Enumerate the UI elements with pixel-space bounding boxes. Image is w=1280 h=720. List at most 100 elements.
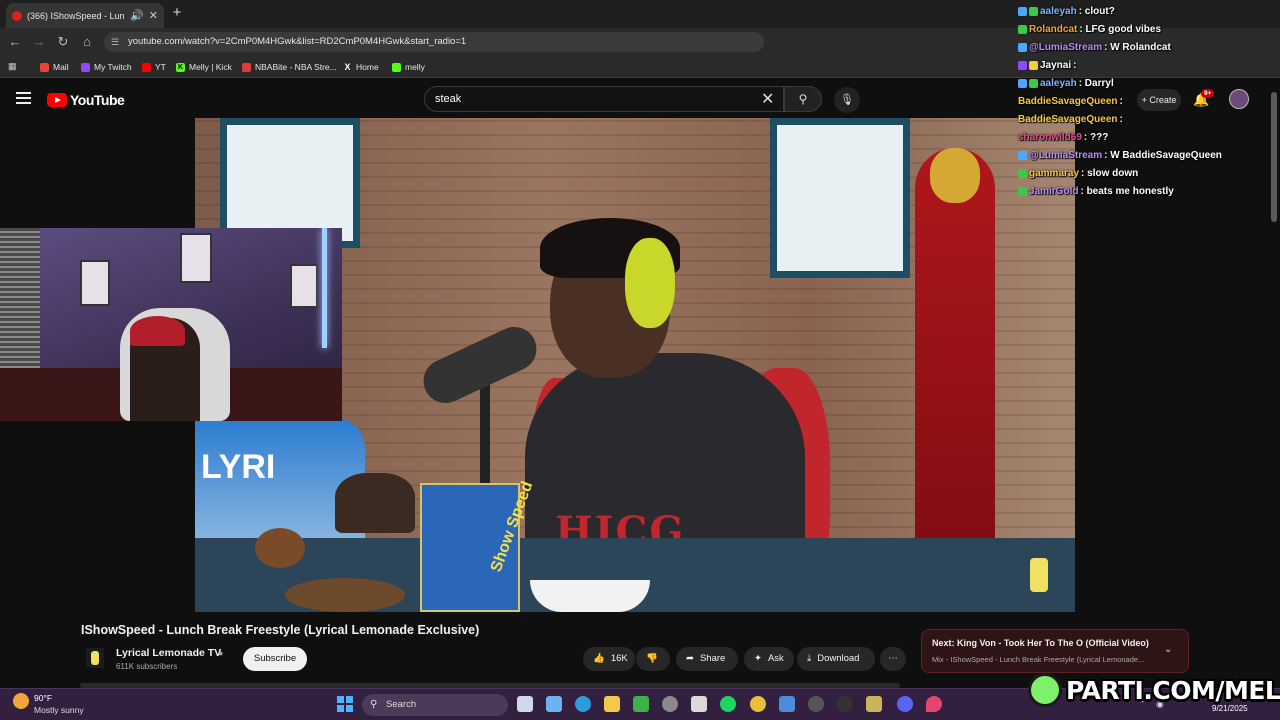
search-button[interactable]: ⚲	[784, 86, 822, 112]
bookmark-label: melly	[405, 62, 425, 72]
home-icon[interactable]: ⌂	[79, 34, 95, 50]
chrome-icon[interactable]	[750, 696, 766, 712]
xbox-icon[interactable]	[633, 696, 649, 712]
photos-icon[interactable]	[779, 696, 795, 712]
thumbs-down-icon: 👎	[646, 653, 658, 664]
app-icon[interactable]	[662, 696, 678, 712]
speaker-icon[interactable]: 🔊	[130, 9, 144, 22]
search-input[interactable]: steak	[424, 86, 784, 112]
bookmark-home[interactable]: X Home	[343, 60, 378, 74]
search-icon: ⚲	[798, 92, 808, 106]
create-button[interactable]: + Create	[1137, 89, 1181, 111]
new-tab-button[interactable]: +	[170, 5, 184, 21]
copilot-icon[interactable]	[546, 696, 562, 712]
create-label: Create	[1149, 95, 1177, 105]
chat-message: Jaynai:	[1018, 58, 1076, 73]
discord-icon[interactable]	[897, 696, 913, 712]
chat-badge-icon	[1018, 7, 1027, 16]
app-icon[interactable]	[866, 696, 882, 712]
up-next-subtitle: Mix - IShowSpeed - Lunch Break Freestyle…	[932, 655, 1145, 664]
download-button[interactable]: ⤓ Download	[797, 647, 875, 671]
chevron-down-icon[interactable]: ⌄	[1164, 644, 1172, 655]
more-actions-button[interactable]: ⋯	[880, 647, 906, 671]
bookmark-label: Mail	[53, 62, 69, 72]
chat-text: : slow down	[1081, 168, 1139, 179]
edge-icon[interactable]	[575, 696, 591, 712]
up-next-card[interactable]	[921, 629, 1189, 673]
bookmark-nbabite[interactable]: NBABite - NBA Stre...	[242, 60, 337, 74]
share-label: Share	[699, 653, 726, 664]
weather-sun-icon[interactable]	[13, 693, 29, 709]
chat-badge-icon	[1018, 25, 1027, 34]
search-icon: ⚲	[370, 699, 378, 710]
share-button[interactable]: ➦ Share	[676, 647, 738, 671]
account-avatar[interactable]	[1229, 89, 1249, 109]
close-tab-icon[interactable]: ✕	[149, 9, 158, 22]
store-icon[interactable]	[691, 696, 707, 712]
chat-message: JamirGold: beats me honestly	[1018, 184, 1174, 199]
subscribe-button[interactable]: Subscribe	[243, 647, 307, 671]
ask-button[interactable]: ✦ Ask	[744, 647, 794, 671]
video-burger	[255, 528, 305, 568]
chat-badge-icon	[1018, 151, 1027, 160]
dislike-button[interactable]: 👎	[636, 647, 670, 671]
apps-grid-icon[interactable]: ▦	[8, 61, 17, 72]
chat-badge-icon	[1018, 61, 1027, 70]
sparkle-icon: ✦	[754, 653, 762, 664]
page-scrollbar[interactable]	[1271, 92, 1277, 222]
location-pin-icon[interactable]	[926, 696, 942, 712]
channel-name[interactable]: Lyrical Lemonade TV	[116, 647, 221, 659]
bookmark-label: My Twitch	[94, 62, 132, 72]
site-info-icon[interactable]: ☰	[111, 37, 119, 48]
chat-badge-icon	[1018, 79, 1027, 88]
gmail-icon	[40, 62, 49, 72]
microphone-icon: 🎙	[840, 94, 854, 106]
chat-username: sharonwild69	[1018, 132, 1082, 143]
video-headphones	[625, 238, 675, 328]
youtube-logo[interactable]: YouTube	[47, 92, 125, 108]
file-explorer-icon[interactable]	[604, 696, 620, 712]
ask-label: Ask	[767, 653, 784, 664]
chat-message: aaleyah: Darryl	[1018, 76, 1114, 91]
voice-search-button[interactable]: 🎙	[834, 87, 860, 113]
chat-text: : Darryl	[1078, 78, 1114, 89]
video-title: IShowSpeed - Lunch Break Freestyle (Lyri…	[81, 623, 480, 637]
download-icon: ⤓	[807, 653, 812, 664]
video-ironman-face	[930, 148, 980, 203]
spotify-icon[interactable]	[720, 696, 736, 712]
bookmark-my-twitch[interactable]: My Twitch	[81, 60, 132, 74]
menu-icon[interactable]	[16, 92, 31, 104]
facecam-neon-light	[322, 228, 327, 348]
reload-icon[interactable]: ↻	[55, 34, 71, 50]
obs-icon[interactable]	[837, 696, 853, 712]
video-food-plate	[285, 578, 405, 612]
back-icon[interactable]: ←	[7, 34, 23, 50]
like-button[interactable]: 👍 16K	[583, 647, 635, 671]
start-button[interactable]	[337, 696, 353, 712]
bookmark-label: Melly | Kick	[189, 62, 232, 72]
thumbs-up-icon: 👍	[593, 653, 605, 664]
forward-icon[interactable]: →	[31, 34, 47, 50]
chat-message: BaddieSavageQueen:	[1018, 112, 1123, 127]
chat-username: BaddieSavageQueen	[1018, 96, 1118, 107]
bookmark-kick[interactable]: K Melly | Kick	[176, 60, 232, 74]
chat-badge-icon	[1029, 7, 1038, 16]
like-count: 16K	[610, 653, 628, 664]
media-player-icon[interactable]	[808, 696, 824, 712]
chat-username: BaddieSavageQueen	[1018, 114, 1118, 125]
chat-text: : W BaddieSavageQueen	[1104, 150, 1222, 161]
clear-search-icon[interactable]: ✕	[761, 89, 774, 109]
weather-desc: Mostly sunny	[34, 705, 84, 715]
chat-message: Rolandcat: LFG good vibes	[1018, 22, 1161, 37]
chat-message: BaddieSavageQueen:	[1018, 94, 1123, 109]
url-field[interactable]: youtube.com/watch?v=2CmP0M4HGwk&list=RD2…	[104, 32, 764, 52]
facecam-hat	[130, 316, 185, 346]
task-view-icon[interactable]	[517, 696, 533, 712]
bookmark-melly[interactable]: melly	[392, 60, 425, 74]
bookmark-mail[interactable]: Mail	[40, 60, 69, 74]
channel-avatar[interactable]	[86, 648, 104, 668]
up-next-title[interactable]: Next: King Von - Took Her To The O (Offi…	[932, 638, 1149, 648]
taskbar-search[interactable]: Search	[362, 694, 508, 716]
bookmark-yt[interactable]: YT	[142, 60, 166, 74]
browser-tab[interactable]: (366) IShowSpeed - Lunch B 🔊 ✕	[6, 3, 164, 28]
